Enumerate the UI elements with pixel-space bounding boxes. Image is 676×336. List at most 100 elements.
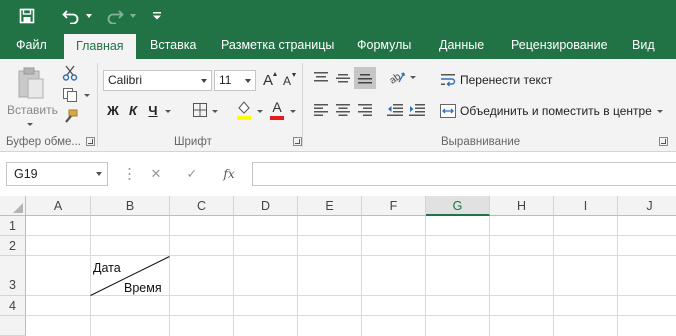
- align-top-icon[interactable]: [312, 69, 330, 87]
- font-size-value: 11: [219, 73, 232, 87]
- check-icon: ✓: [186, 166, 198, 181]
- tab-review[interactable]: Рецензирование: [511, 32, 608, 59]
- orientation-dropdown-icon[interactable]: [410, 76, 416, 79]
- undo-dropdown-icon[interactable]: [84, 3, 94, 29]
- row-header-3[interactable]: 3: [0, 256, 26, 296]
- select-all-button[interactable]: [0, 196, 26, 216]
- tab-file[interactable]: Файл: [16, 32, 47, 59]
- insert-function-button[interactable]: fx: [218, 163, 240, 185]
- alignment-launcher-icon[interactable]: [659, 137, 668, 146]
- align-right-icon[interactable]: [356, 101, 374, 119]
- font-color-icon[interactable]: A: [268, 99, 286, 121]
- row-header-5[interactable]: [0, 316, 26, 336]
- underline-dropdown-icon[interactable]: [165, 110, 171, 113]
- paste-dropdown-icon[interactable]: [27, 123, 33, 126]
- font-group-label: Шрифт: [174, 136, 212, 148]
- font-color-letter: A: [272, 99, 282, 115]
- fill-color-dropdown-icon[interactable]: [257, 110, 263, 113]
- grow-font-button[interactable]: A: [260, 70, 277, 91]
- cut-icon[interactable]: [60, 64, 80, 82]
- paste-label[interactable]: Вставить: [7, 103, 58, 117]
- tab-home[interactable]: Главная: [64, 34, 136, 59]
- align-left-icon[interactable]: [312, 101, 330, 119]
- group-divider: [302, 63, 303, 147]
- group-divider: [97, 63, 98, 147]
- copy-dropdown-icon[interactable]: [84, 94, 90, 97]
- column-header-H[interactable]: H: [490, 196, 554, 216]
- row-header-1[interactable]: 1: [0, 216, 26, 236]
- font-name-value: Calibri: [108, 73, 143, 87]
- title-bar: [0, 0, 676, 32]
- column-header-F[interactable]: F: [362, 196, 426, 216]
- save-icon[interactable]: [16, 3, 38, 29]
- redo-icon[interactable]: [104, 3, 126, 29]
- align-center-icon[interactable]: [334, 101, 352, 119]
- bold-button[interactable]: Ж: [104, 100, 122, 120]
- undo-icon[interactable]: [60, 3, 82, 29]
- column-header-D[interactable]: D: [234, 196, 298, 216]
- row-header-4[interactable]: 4: [0, 296, 26, 316]
- fill-color-icon[interactable]: [235, 99, 253, 121]
- column-header-B[interactable]: B: [91, 196, 170, 216]
- column-header-G[interactable]: G: [426, 196, 490, 216]
- cancel-icon: ✕: [150, 166, 162, 181]
- copy-icon[interactable]: [60, 86, 80, 104]
- column-header-A[interactable]: A: [26, 196, 91, 216]
- merge-center-dropdown-icon[interactable]: [657, 110, 663, 113]
- column-header-J[interactable]: J: [618, 196, 676, 216]
- customize-toolbar-icon[interactable]: [150, 3, 164, 29]
- name-box[interactable]: G19: [6, 162, 108, 186]
- formula-input[interactable]: [252, 162, 676, 186]
- enter-formula-button[interactable]: ✓: [182, 163, 202, 185]
- name-box-value: G19: [14, 167, 38, 181]
- cell-B3-bottom-text: Время: [124, 281, 162, 295]
- cancel-formula-button[interactable]: ✕: [146, 163, 166, 185]
- orientation-icon[interactable]: ab: [386, 67, 408, 87]
- merge-center-icon[interactable]: [439, 102, 457, 120]
- gridline: [361, 216, 362, 336]
- merge-center-button[interactable]: Объединить и поместить в центре: [460, 104, 652, 118]
- gridline: [297, 216, 298, 336]
- ribbon: Вставить Буфер обме... Calibri 11 A A Ж …: [0, 59, 676, 152]
- gridline: [425, 216, 426, 336]
- increase-indent-icon[interactable]: [408, 101, 426, 119]
- clipboard-launcher-icon[interactable]: [86, 137, 95, 146]
- font-size-select[interactable]: 11: [214, 70, 256, 91]
- tab-formulas[interactable]: Формулы: [357, 32, 411, 59]
- tab-page-layout[interactable]: Разметка страницы: [221, 32, 334, 59]
- wrap-text-icon[interactable]: [439, 71, 457, 89]
- formula-bar-grip-icon[interactable]: [128, 166, 131, 182]
- shrink-font-button[interactable]: A: [279, 70, 296, 91]
- font-color-dropdown-icon[interactable]: [290, 110, 296, 113]
- borders-dropdown-icon[interactable]: [212, 110, 218, 113]
- formula-bar: G19 ✕ ✓ fx: [0, 152, 676, 196]
- column-header-C[interactable]: C: [170, 196, 234, 216]
- borders-icon[interactable]: [191, 100, 209, 120]
- gridline: [617, 216, 618, 336]
- redo-dropdown-icon[interactable]: [128, 3, 138, 29]
- format-painter-icon[interactable]: [60, 108, 80, 126]
- gridline: [26, 315, 676, 316]
- column-header-I[interactable]: I: [554, 196, 618, 216]
- gridline: [233, 216, 234, 336]
- italic-icon: К: [129, 102, 137, 118]
- spreadsheet-grid[interactable]: A B C D E F G H I J 1 2 3 4 Дата Время: [0, 196, 676, 336]
- row-header-2[interactable]: 2: [0, 236, 26, 256]
- underline-button[interactable]: Ч: [144, 100, 162, 120]
- align-bottom-icon[interactable]: [354, 67, 376, 89]
- font-name-select[interactable]: Calibri: [103, 70, 212, 91]
- italic-button[interactable]: К: [124, 100, 142, 120]
- column-header-E[interactable]: E: [298, 196, 362, 216]
- paste-icon[interactable]: [14, 65, 48, 101]
- tab-data[interactable]: Данные: [439, 32, 484, 59]
- wrap-text-button[interactable]: Перенести текст: [460, 73, 552, 87]
- decrease-indent-icon[interactable]: [386, 101, 404, 119]
- tab-view[interactable]: Вид: [632, 32, 655, 59]
- alignment-group-label: Выравнивание: [441, 136, 521, 148]
- underline-icon: Ч: [148, 102, 158, 118]
- grow-font-icon: A: [262, 72, 273, 89]
- shrink-font-icon: A: [282, 73, 291, 88]
- align-middle-icon[interactable]: [334, 69, 352, 87]
- tab-insert[interactable]: Вставка: [150, 32, 196, 59]
- font-launcher-icon[interactable]: [293, 137, 302, 146]
